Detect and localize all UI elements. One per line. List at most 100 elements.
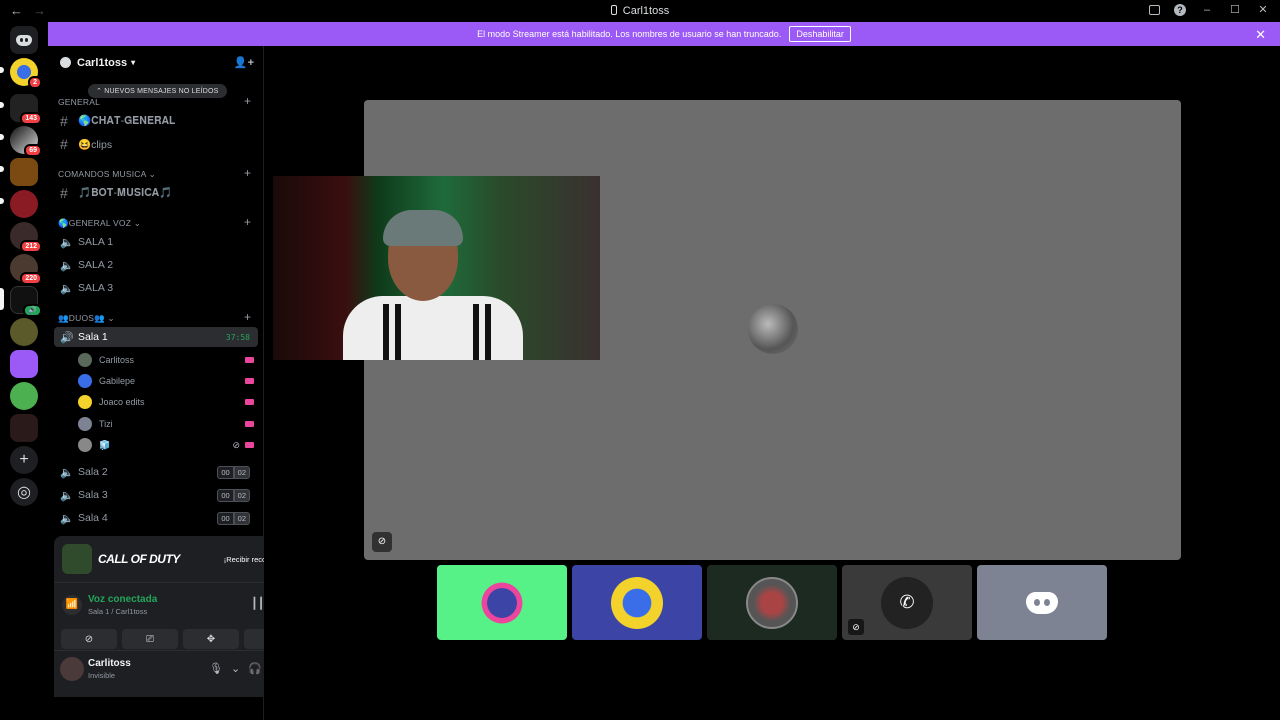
participant-tile[interactable]	[437, 565, 567, 640]
voice-channel-duo-sala-4[interactable]: 🔈 Sala 4 00 02	[54, 508, 258, 528]
chevron-down-icon: ▾	[131, 58, 136, 67]
channel-chat-general[interactable]: # 🌎𝐂𝐇𝐀𝐓-𝐆𝐄𝐍𝐄𝐑𝐀𝐋	[54, 111, 258, 131]
speaker-icon: 🔊	[60, 331, 74, 344]
muted-icon: ⊘	[848, 619, 864, 635]
voice-channel-duo-sala-1[interactable]: 🔊 Sala 1 37:58	[54, 327, 258, 347]
promo-logo	[62, 544, 92, 574]
microphone-icon[interactable]: 🎙	[209, 662, 223, 675]
signal-icon[interactable]: 📶	[62, 595, 82, 615]
channel-clips[interactable]: # 😆clips	[54, 134, 258, 154]
channel-sidebar: Carl1toss ▾ 👤+ ⌃ NUEVOS MENSAJES NO LEÍD…	[48, 46, 307, 720]
avatar	[78, 438, 92, 452]
server-icon[interactable]: 2	[10, 58, 42, 89]
live-icon	[245, 421, 254, 427]
minimize-button[interactable]: –	[1200, 4, 1214, 16]
add-channel-icon[interactable]: +	[244, 310, 251, 324]
add-channel-icon[interactable]: +	[244, 94, 251, 108]
avatar	[611, 576, 663, 629]
add-server-icon[interactable]: +	[10, 446, 38, 474]
hash-icon: #	[60, 136, 68, 152]
live-icon	[245, 399, 254, 405]
participant-strip: ✆ ⊘	[437, 565, 1107, 640]
close-banner-icon[interactable]: ✕	[1255, 27, 1266, 43]
webcam-overlay	[273, 176, 600, 360]
user-limit-badge: 00 02	[217, 488, 250, 502]
home-button[interactable]	[10, 26, 38, 54]
server-icon[interactable]: 69	[10, 126, 42, 157]
server-icon[interactable]: 🔊	[10, 286, 42, 317]
title-bar: ← → Carl1toss ? – ☐ ✕	[0, 0, 1280, 22]
add-channel-icon[interactable]: +	[244, 215, 251, 229]
category-general-voz[interactable]: 🌎GENERAL VOZ ⌄	[58, 218, 141, 229]
server-icon[interactable]: 212	[10, 222, 42, 253]
avatar	[746, 576, 798, 629]
participant-tile[interactable]	[572, 565, 702, 640]
server-icon[interactable]	[10, 350, 38, 378]
voice-member[interactable]: 🧊 ⊘	[78, 436, 258, 454]
screen-share-button[interactable]: ⎚	[122, 629, 178, 649]
server-icon[interactable]: 143	[10, 94, 42, 125]
participant-tile[interactable]: ✆ ⊘	[842, 565, 972, 640]
hash-icon: #	[60, 185, 68, 201]
server-name: Carl1toss	[77, 56, 128, 69]
server-icon[interactable]	[10, 414, 38, 442]
call-timer: 37:58	[225, 332, 250, 342]
category-comandos-musica[interactable]: COMANDOS MUSICA ⌄	[58, 169, 156, 180]
headphones-icon[interactable]: 🎧	[248, 662, 262, 675]
server-icon[interactable]	[10, 190, 38, 218]
add-channel-icon[interactable]: +	[244, 166, 251, 180]
maximize-button[interactable]: ☐	[1228, 3, 1242, 16]
avatar	[78, 374, 92, 388]
invite-people-icon[interactable]: 👤+	[234, 56, 254, 69]
voice-channel-sala-3[interactable]: 🔈 SALA 3	[54, 278, 258, 298]
category-general[interactable]: GENERAL	[58, 97, 100, 107]
discord-logo-icon	[16, 34, 32, 46]
avatar[interactable]	[60, 657, 84, 681]
participant-tile[interactable]	[977, 565, 1107, 640]
voice-member[interactable]: Carlitoss	[78, 351, 258, 369]
activities-icon: ✥	[206, 633, 216, 645]
muted-icon: ⊘	[372, 532, 392, 552]
voice-stage: ⊘ ✆ ⊘	[264, 46, 1280, 720]
voice-channel-duo-sala-3[interactable]: 🔈 Sala 3 00 02	[54, 485, 258, 505]
voice-channel-sala-2[interactable]: 🔈 SALA 2	[54, 255, 258, 275]
speaker-icon: 🔈	[60, 489, 74, 502]
user-status: Invisible	[88, 671, 116, 680]
inbox-icon[interactable]	[1149, 4, 1160, 15]
camera-button[interactable]: ⊘	[61, 629, 117, 649]
server-icon[interactable]: 220	[10, 254, 42, 285]
help-icon[interactable]: ?	[1174, 3, 1186, 16]
camera-off-icon: ⊘	[84, 633, 94, 645]
voice-location[interactable]: Sala 1 / Carl1toss	[88, 607, 147, 616]
speaker-icon: 🔈	[60, 466, 74, 479]
category-duos[interactable]: 👥DUOS👥 ⌄	[58, 313, 115, 324]
unread-messages-pill[interactable]: ⌃ NUEVOS MENSAJES NO LEÍDOS	[88, 84, 227, 98]
live-icon	[245, 378, 254, 384]
channel-bot-musica[interactable]: # 🎵𝐁𝐎𝐓-𝐌𝐔𝐒𝐈𝐂𝐀🎵	[54, 183, 258, 203]
chevron-down-icon[interactable]: ⌄	[231, 662, 240, 675]
voice-channel-sala-1[interactable]: 🔈 SALA 1	[54, 232, 258, 252]
server-icon[interactable]	[10, 158, 38, 186]
server-header[interactable]: Carl1toss ▾ 👤+	[48, 46, 264, 79]
avatar	[78, 417, 92, 431]
username[interactable]: Carlitoss	[88, 658, 131, 669]
screen-share-icon: ⎚	[146, 633, 154, 645]
close-window-button[interactable]: ✕	[1256, 3, 1270, 16]
participant-tile[interactable]	[707, 565, 837, 640]
server-icon[interactable]	[10, 318, 38, 346]
user-limit-badge: 00 02	[217, 511, 250, 525]
speaker-icon: 🔈	[60, 512, 74, 525]
voice-member[interactable]: Joaco edits	[78, 393, 258, 411]
speaker-icon: 🔈	[60, 282, 74, 295]
disable-streamer-button[interactable]: Deshabilitar	[789, 26, 851, 42]
avatar	[78, 395, 92, 409]
explore-icon[interactable]: ◎	[10, 478, 38, 506]
activities-button[interactable]: ✥	[183, 629, 239, 649]
voice-member[interactable]: Gabilepe	[78, 372, 258, 390]
server-icon[interactable]	[10, 382, 38, 410]
phone-icon	[610, 5, 617, 15]
voice-member[interactable]: Tizi	[78, 415, 258, 433]
avatar	[78, 353, 92, 367]
voice-channel-duo-sala-2[interactable]: 🔈 Sala 2 00 02	[54, 462, 258, 482]
hash-icon: #	[60, 113, 68, 129]
